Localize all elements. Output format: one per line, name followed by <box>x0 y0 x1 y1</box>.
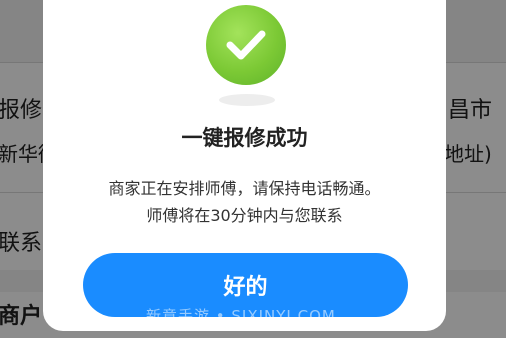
check-icon <box>226 30 266 60</box>
screen: 报修类 昌市 新华街 地址) 联系 商户 一键报修成功 商家正在安排师傅，请保持… <box>0 0 506 338</box>
badge-shadow <box>219 94 275 106</box>
ok-button-label: 好的 <box>223 275 268 300</box>
success-dialog: 一键报修成功 商家正在安排师傅，请保持电话畅通。 师傅将在30分钟内与您联系 好… <box>43 0 446 331</box>
watermark: 新意手游 • SJXINYI.COM <box>146 307 336 325</box>
dialog-message-line-2: 师傅将在30分钟内与您联系 <box>146 206 343 225</box>
dialog-message-line-1: 商家正在安排师傅，请保持电话畅通。 <box>108 179 381 198</box>
dialog-title: 一键报修成功 <box>181 126 308 150</box>
success-badge <box>206 5 286 85</box>
success-circle <box>206 5 286 85</box>
